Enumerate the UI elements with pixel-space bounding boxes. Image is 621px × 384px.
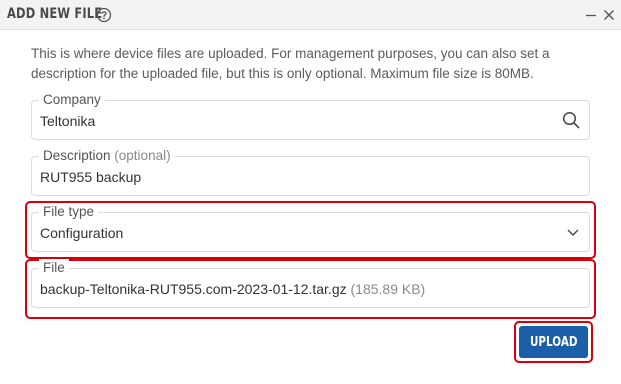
description-label-optional: (optional) (114, 148, 171, 163)
file-label: File (39, 259, 69, 277)
file-name: backup-Teltonika-RUT955.com-2023-01-12.t… (40, 281, 347, 297)
description-label-text: Description (43, 148, 111, 163)
description-label: Description (optional) (39, 147, 175, 165)
minimize-icon[interactable] (584, 7, 598, 23)
dialog-header: ADD NEW FILE (0, 0, 621, 30)
help-circle-icon[interactable] (96, 7, 112, 23)
company-label: Company (39, 91, 105, 109)
file-type-value[interactable]: Configuration (40, 224, 123, 242)
file-value[interactable]: backup-Teltonika-RUT955.com-2023-01-12.t… (40, 280, 425, 298)
file-size: (185.89 KB) (350, 281, 426, 297)
upload-label: UPLOAD (529, 334, 578, 350)
search-icon[interactable] (562, 111, 580, 129)
company-field[interactable]: Company Teltonika (31, 91, 590, 140)
close-icon[interactable] (602, 7, 616, 23)
file-type-select[interactable]: File type Configuration (31, 203, 590, 252)
dialog-title: ADD NEW FILE (7, 6, 103, 22)
company-value[interactable]: Teltonika (40, 112, 95, 130)
description-value[interactable]: RUT955 backup (40, 168, 141, 186)
upload-button[interactable]: UPLOAD (519, 326, 588, 358)
chevron-down-icon[interactable] (566, 225, 580, 239)
file-type-label: File type (39, 203, 99, 221)
description-field[interactable]: Description (optional) RUT955 backup (31, 147, 590, 196)
file-field[interactable]: File backup-Teltonika-RUT955.com-2023-01… (31, 259, 590, 308)
dialog-description: This is where device files are uploaded.… (31, 46, 550, 81)
